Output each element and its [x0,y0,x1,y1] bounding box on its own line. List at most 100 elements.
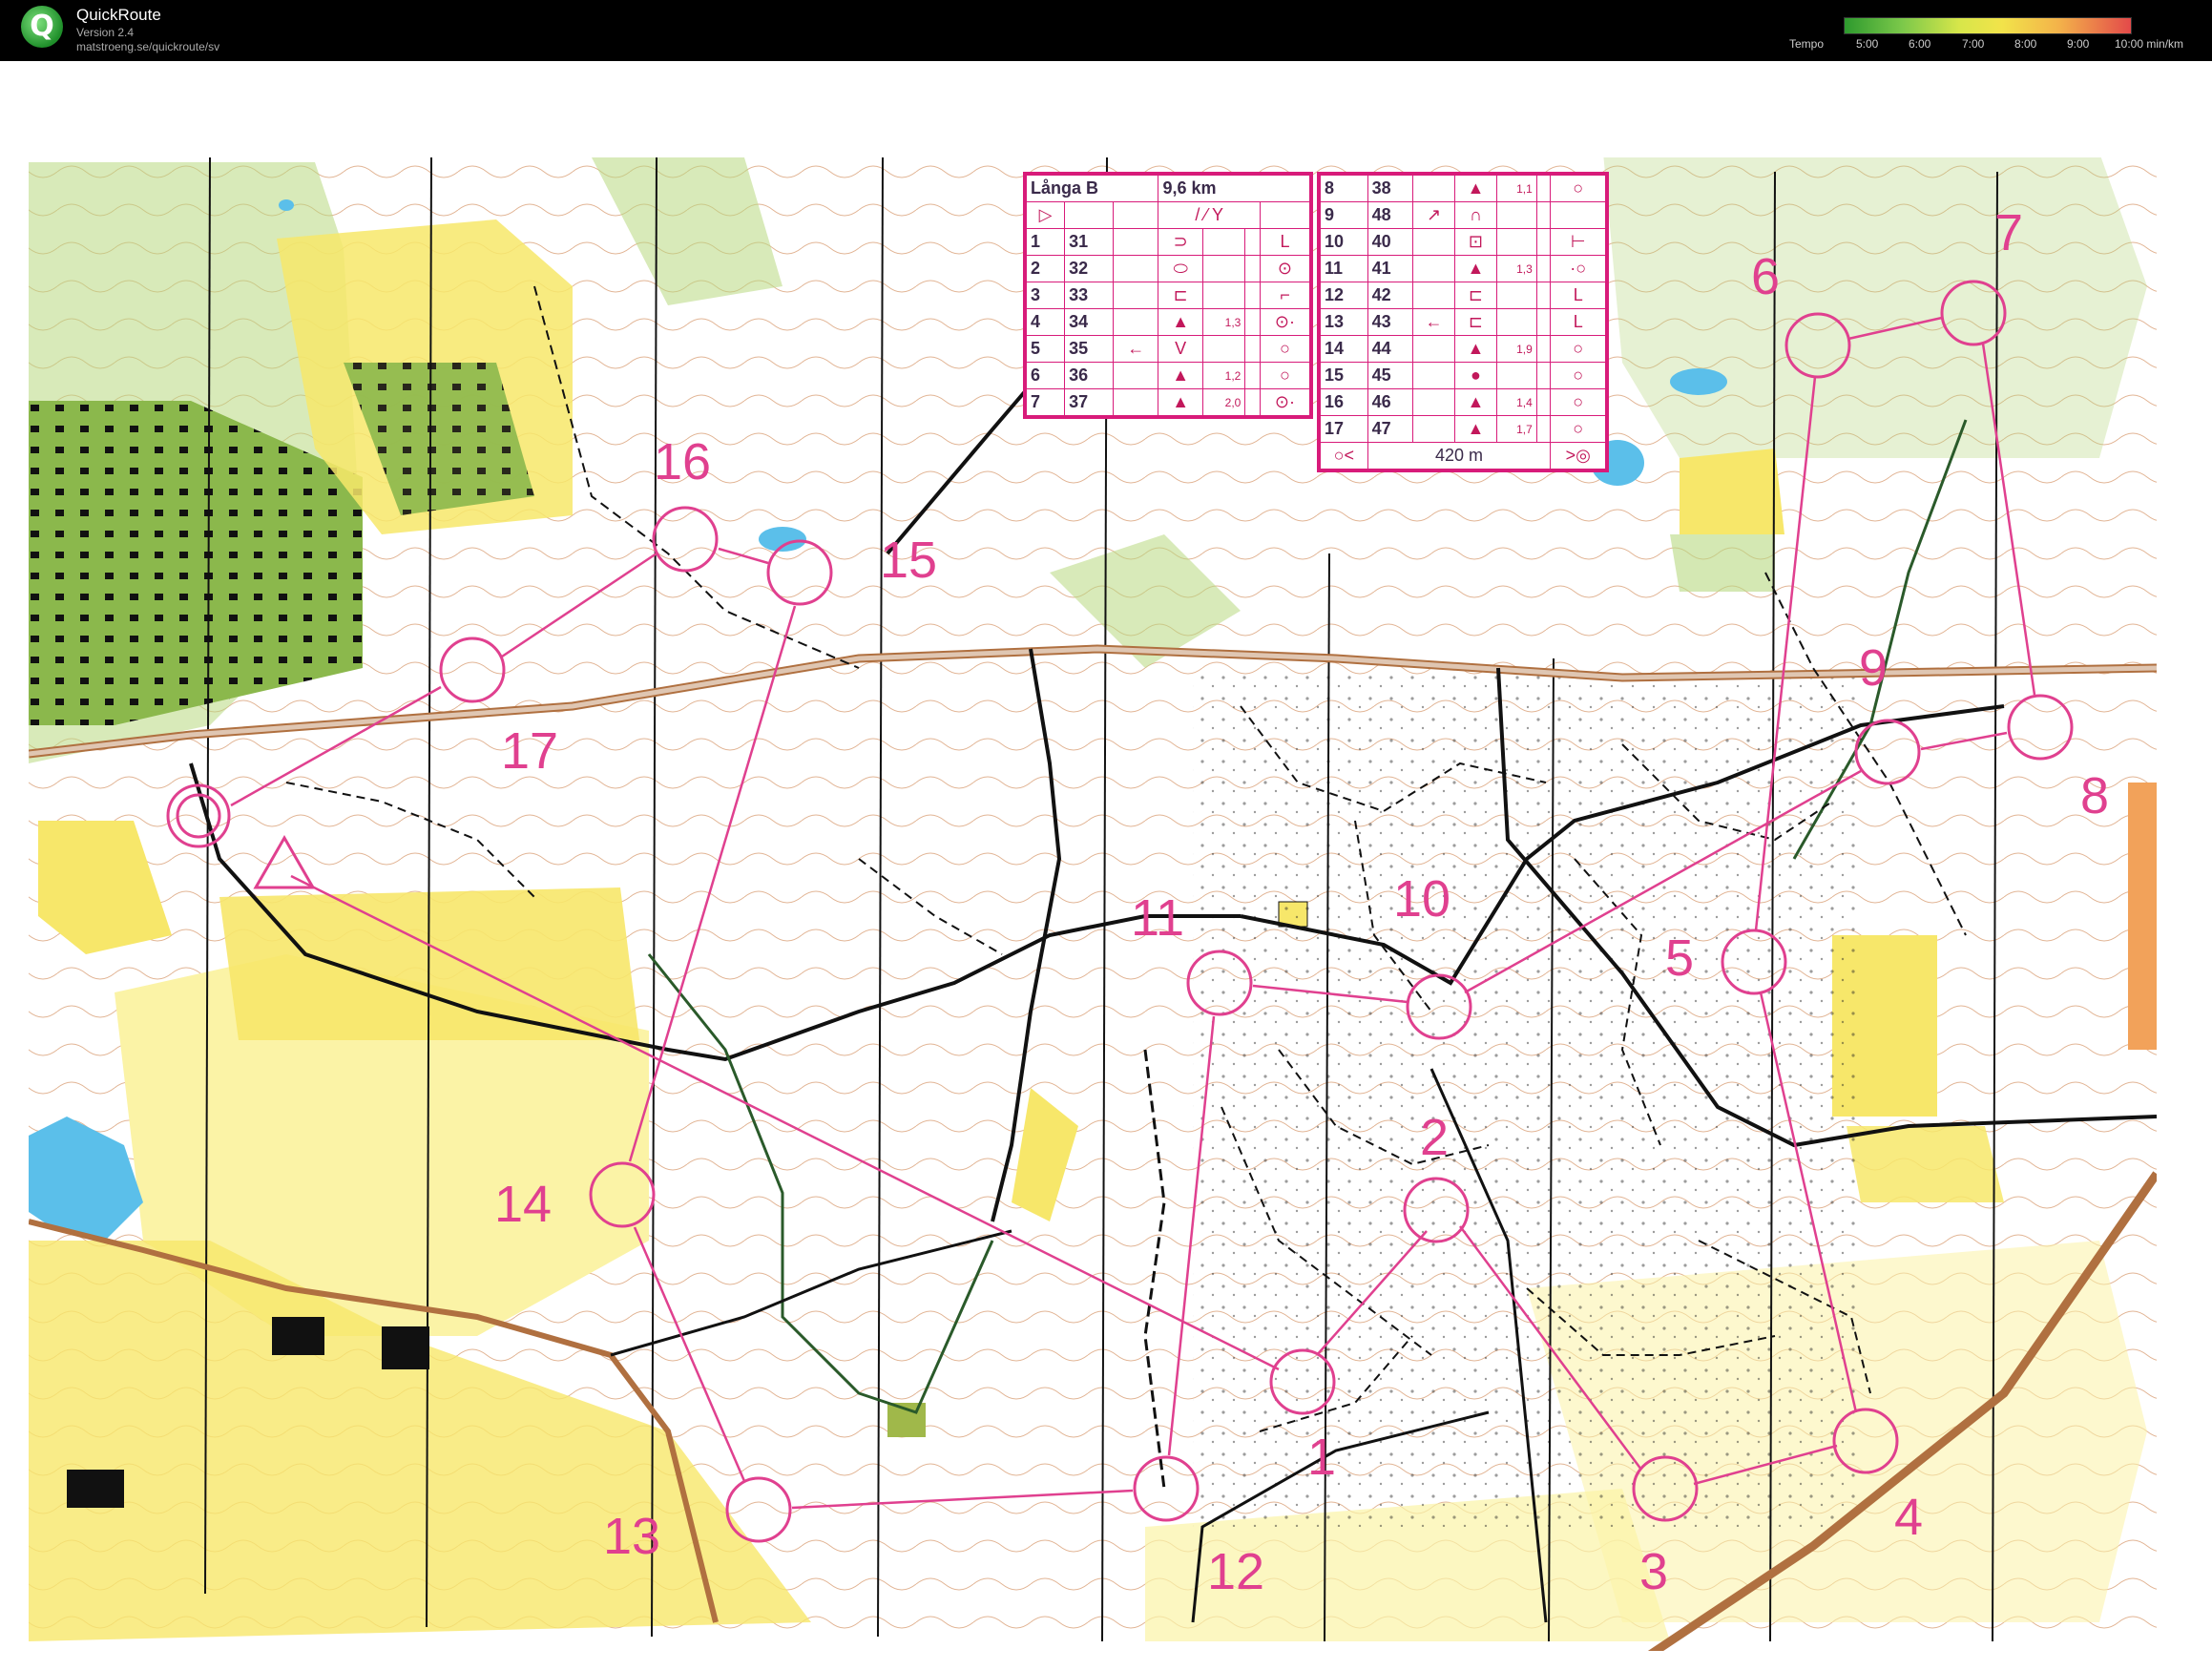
control-code: 44 [1367,335,1414,363]
control-number: 4 [1894,1489,1923,1546]
control-feat: ▲ [1454,415,1497,443]
control-n: 7 [1025,388,1066,416]
control-code: 43 [1367,308,1414,336]
control-loc: ·○ [1550,255,1606,282]
control-dim: 1,7 [1495,415,1537,443]
control-n: 5 [1025,335,1066,363]
app-url[interactable]: matstroeng.se/quickroute/sv [76,40,219,53]
control-col: ← [1113,335,1159,363]
control-row: 6 36 ▲ 1,2 ○ [1025,362,1311,389]
control-feat: ▲ [1454,388,1497,416]
control-col [1411,255,1456,282]
tempo-tick: 9:00 [2067,37,2090,51]
tempo-tick: 8:00 [2014,37,2037,51]
control-feat: ⊃ [1158,228,1203,256]
control-spacer [1535,201,1552,229]
control-number: 10 [1393,870,1450,928]
control-n: 9 [1320,201,1368,229]
control-feat: ∩ [1454,201,1497,229]
control-spacer [1535,415,1552,443]
control-spacer [1244,335,1261,363]
control-feat: ⊏ [1454,282,1497,309]
control-row: 10 40 ⊡ ⊢ [1320,228,1606,256]
control-code: 34 [1064,308,1115,336]
control-number: 7 [1994,204,2023,261]
control-spacer [1535,255,1552,282]
control-spacer [1244,362,1261,389]
control-row: 8 38 ▲ 1,1 ○ [1320,175,1606,202]
control-code: 35 [1064,335,1115,363]
control-n: 17 [1320,415,1368,443]
control-loc: ○ [1550,388,1606,416]
control-number: 16 [654,433,711,491]
control-feat: ▲ [1454,175,1497,202]
control-n: 6 [1025,362,1066,389]
control-number: 9 [1859,639,1888,697]
control-loc: ○ [1550,335,1606,363]
control-code: 41 [1367,255,1414,282]
control-dim: 1,4 [1495,388,1537,416]
control-col [1411,282,1456,309]
control-spacer [1244,228,1261,256]
control-col [1113,255,1159,282]
control-col [1411,415,1456,443]
control-number: 14 [494,1176,552,1233]
control-code: 40 [1367,228,1414,256]
control-col [1113,228,1159,256]
control-number: 5 [1665,929,1694,987]
tempo-color-scale [1844,17,2132,34]
control-spacer [1535,388,1552,416]
control-dim [1201,228,1246,256]
control-row: 16 46 ▲ 1,4 ○ [1320,388,1606,416]
control-code: 31 [1064,228,1115,256]
control-spacer [1535,362,1552,389]
control-col [1113,388,1159,416]
control-feat: ● [1454,362,1497,389]
control-loc: L [1550,282,1606,309]
control-col [1411,228,1456,256]
control-loc: ○ [1550,415,1606,443]
control-n: 14 [1320,335,1368,363]
control-col [1411,175,1456,202]
control-code: 36 [1064,362,1115,389]
control-row: 17 47 ▲ 1,7 ○ [1320,415,1606,443]
start-symbol: ▷ [1025,201,1066,229]
control-col [1113,282,1159,309]
control-number: 8 [2080,767,2109,825]
control-number: 11 [1131,889,1184,947]
control-n: 10 [1320,228,1368,256]
control-dim [1495,201,1537,229]
control-feat: V [1158,335,1203,363]
control-code: 37 [1064,388,1115,416]
control-spacer [1535,335,1552,363]
control-dim: 2,0 [1201,388,1246,416]
control-loc: ○ [1550,175,1606,202]
control-row: 11 41 ▲ 1,3 ·○ [1320,255,1606,282]
control-n: 1 [1025,228,1066,256]
control-dim [1201,282,1246,309]
control-number: 15 [880,532,937,589]
control-dim: 1,3 [1495,255,1537,282]
control-n: 4 [1025,308,1066,336]
control-number: 1 [1307,1429,1336,1486]
control-col [1113,308,1159,336]
control-col: ← [1411,308,1456,336]
finish-distance: 420 m [1367,442,1552,470]
app-version: Version 2.4 [76,26,135,39]
control-code: 47 [1367,415,1414,443]
control-feat: ▲ [1454,335,1497,363]
control-loc: L [1259,228,1311,256]
control-code: 46 [1367,388,1414,416]
control-row: 2 32 ⬭ ⊙ [1025,255,1311,282]
control-col: ↗ [1411,201,1456,229]
control-loc: ○ [1259,362,1311,389]
control-row: 1 31 ⊃ L [1025,228,1311,256]
control-description-right: 8 38 ▲ 1,1 ○ 9 48 ↗ ∩ 10 40 ⊡ ⊢ 11 41 ▲ 1,3 ·○ 12 42 ⊏ L 13 43 ←… [1317,172,1609,472]
control-number: 17 [501,722,558,780]
course-name: Långa B [1025,175,1159,202]
control-n: 2 [1025,255,1066,282]
control-feat: ⊏ [1158,282,1203,309]
control-number: 3 [1639,1543,1668,1600]
control-feat: ▲ [1454,255,1497,282]
control-n: 15 [1320,362,1368,389]
